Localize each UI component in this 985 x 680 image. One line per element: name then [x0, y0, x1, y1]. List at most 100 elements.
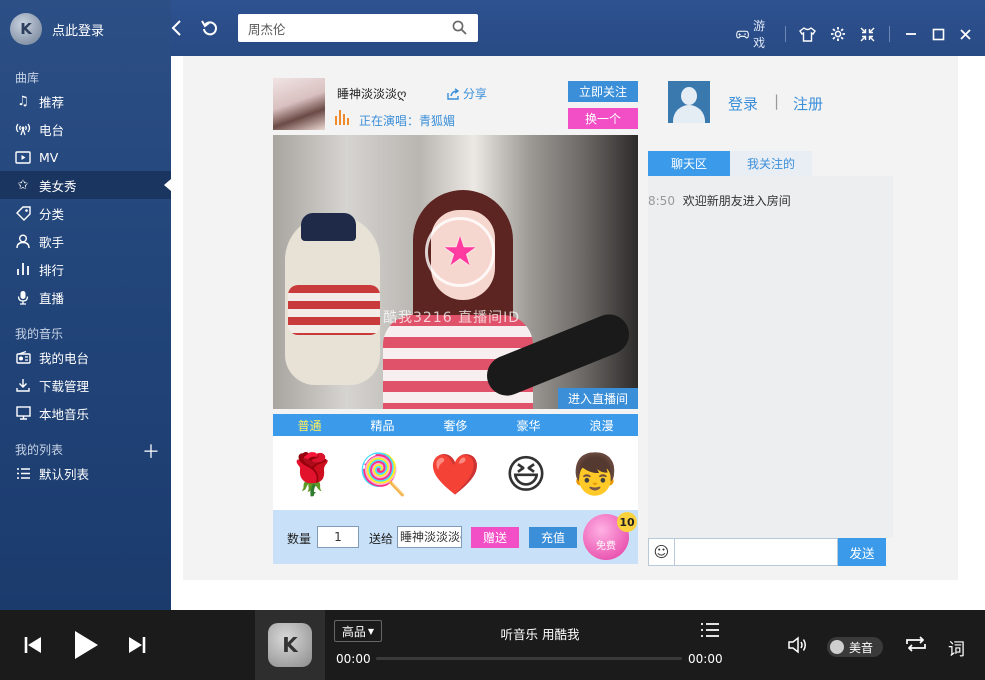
tab-normal[interactable]: 普通 [273, 414, 346, 436]
live-video[interactable]: ★ 酷我3216 直播间ID 进入直播间 [273, 135, 638, 409]
login-area[interactable]: K 点此登录 [10, 12, 104, 46]
mv-icon [15, 149, 31, 165]
top-bar: 游戏 [171, 0, 985, 56]
sidebar-item-label: 下载管理 [39, 378, 90, 394]
tab-premium[interactable]: 精品 [346, 414, 419, 436]
search-icon[interactable] [452, 20, 468, 36]
playlist-section-title: 我的列表 [15, 443, 64, 457]
maximize-button[interactable] [932, 28, 945, 41]
share-label: 分享 [463, 87, 488, 101]
sidebar-item-recommend[interactable]: ♫ 推荐 [0, 87, 171, 115]
sidebar-item-live[interactable]: 直播 [0, 283, 171, 311]
tshirt-icon [799, 26, 817, 42]
skin-button[interactable] [799, 26, 817, 42]
tab-romantic[interactable]: 浪漫 [565, 414, 638, 436]
switch-host-button[interactable]: 换一个 [568, 108, 638, 129]
song-title: 听音乐 用酷我 [500, 627, 580, 642]
sidebar-item-download[interactable]: 下载管理 [0, 371, 171, 399]
quantity-input[interactable]: 1 [317, 526, 359, 548]
enter-room-button[interactable]: 进入直播间 [558, 388, 638, 409]
follow-button[interactable]: 立即关注 [568, 81, 638, 102]
game-button[interactable]: 游戏 [736, 17, 771, 51]
sidebar-item-label: 排行 [39, 262, 65, 278]
next-button[interactable] [127, 636, 147, 654]
volume-icon[interactable] [787, 636, 809, 659]
game-label: 游戏 [753, 19, 766, 50]
sidebar-item-beauty-show[interactable]: ✩ 美女秀 [0, 171, 171, 199]
app-logo: K [10, 13, 42, 45]
chat-input[interactable] [674, 538, 838, 566]
minimize-button[interactable] [904, 27, 918, 41]
lyrics-button[interactable]: 词 [948, 635, 965, 660]
sound-effect-label: 美音 [849, 640, 874, 655]
gift-lollipop-icon[interactable]: 🍭 [358, 450, 408, 500]
sidebar-item-default-list[interactable]: 默认列表 [0, 459, 171, 487]
sidebar-item-radio[interactable]: 电台 [0, 115, 171, 143]
tab-following[interactable]: 我关注的 [730, 151, 812, 176]
back-button[interactable] [163, 15, 189, 41]
emoji-button[interactable]: ☺ [648, 538, 674, 566]
chat-message: 8:50 欢迎新朋友进入房间 [648, 192, 791, 209]
tab-deluxe[interactable]: 豪华 [492, 414, 565, 436]
search-box[interactable] [238, 14, 478, 42]
search-input[interactable] [248, 20, 452, 36]
repeat-icon[interactable] [904, 635, 928, 658]
send-gift-button[interactable]: 赠送 [471, 527, 519, 548]
gift-laugh-icon[interactable]: 😆 [501, 450, 551, 500]
close-button[interactable] [959, 28, 972, 41]
mymusic-section-title: 我的音乐 [15, 327, 64, 341]
now-singing: 正在演唱：青狐媚 [359, 114, 456, 128]
equalizer-icon [335, 109, 349, 125]
sidebar-item-label: 推荐 [39, 94, 65, 110]
sidebar-item-label: MV [39, 149, 59, 165]
star-icon: ✩ [17, 177, 29, 193]
sidebar: K 点此登录 曲库 ♫ 推荐 电台 MV ✩ 美女秀 分类 歌手 排行 直播 我… [0, 0, 171, 610]
refresh-button[interactable] [197, 15, 223, 41]
recipient-input[interactable]: 睡神淡淡淡ღ [397, 526, 462, 548]
host-name[interactable]: 睡神淡淡淡ღ [337, 85, 406, 102]
recharge-button[interactable]: 充值 [529, 527, 577, 548]
sidebar-item-category[interactable]: 分类 [0, 199, 171, 227]
login-link[interactable]: 登录 [728, 93, 758, 114]
sidebar-item-my-radio[interactable]: 我的电台 [0, 343, 171, 371]
maximize-icon [932, 28, 945, 40]
toggle-knob [830, 640, 844, 654]
register-link[interactable]: 注册 [793, 93, 823, 114]
mini-mode-button[interactable] [860, 27, 875, 42]
star-play-icon[interactable]: ★ [425, 217, 495, 287]
quality-select[interactable]: 高品 ▼ [334, 620, 382, 642]
gift-heart-icon[interactable]: ❤️ [430, 450, 480, 500]
sidebar-item-label: 电台 [39, 122, 65, 138]
playlist-icon[interactable] [700, 622, 720, 643]
tab-luxury[interactable]: 奢侈 [419, 414, 492, 436]
share-button[interactable]: 分享 [447, 85, 487, 102]
next-icon [129, 637, 146, 653]
send-message-button[interactable]: 发送 [838, 538, 886, 566]
play-button[interactable] [73, 630, 99, 660]
gift-rose-icon[interactable]: 🌹 [287, 450, 337, 500]
gift-boy-icon[interactable]: 👦 [570, 450, 620, 500]
progress-bar[interactable] [376, 657, 682, 660]
minimize-icon [906, 33, 917, 35]
host-avatar[interactable] [273, 78, 325, 130]
sound-effect-toggle[interactable]: 美音 [827, 637, 883, 657]
quantity-label: 数量 [287, 532, 312, 546]
sidebar-item-ranking[interactable]: 排行 [0, 255, 171, 283]
user-avatar[interactable] [668, 81, 710, 123]
settings-button[interactable] [830, 26, 846, 42]
sidebar-item-mv[interactable]: MV [0, 143, 171, 171]
avatar-head [681, 87, 697, 105]
recipient-label: 送给 [369, 532, 394, 546]
previous-button[interactable] [23, 636, 43, 654]
message-text: 欢迎新朋友进入房间 [682, 194, 791, 208]
sidebar-item-singer[interactable]: 歌手 [0, 227, 171, 255]
tab-chat[interactable]: 聊天区 [648, 151, 730, 176]
sidebar-item-label: 默认列表 [39, 466, 90, 482]
sidebar-item-local-music[interactable]: 本地音乐 [0, 399, 171, 427]
album-cover[interactable]: K [255, 610, 325, 680]
login-link[interactable]: 点此登录 [52, 20, 104, 39]
play-icon [75, 631, 98, 659]
toolbar-divider [889, 26, 891, 42]
sidebar-item-label: 歌手 [39, 234, 65, 250]
close-icon [960, 28, 971, 40]
